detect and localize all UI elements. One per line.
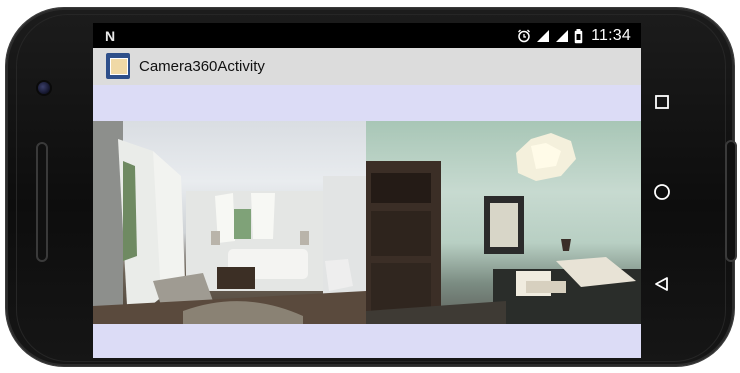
status-icons: 11:34	[517, 27, 631, 45]
navigation-bar	[641, 50, 681, 320]
battery-icon	[574, 28, 583, 44]
alarm-icon	[517, 29, 531, 43]
clock: 11:34	[591, 27, 631, 44]
signal-icon	[536, 29, 550, 43]
front-camera	[38, 82, 50, 94]
notification-icon: N	[105, 28, 116, 44]
panorama-view[interactable]	[93, 121, 641, 324]
signal-icon	[555, 29, 569, 43]
speaker-grille-right	[725, 140, 737, 262]
action-bar: Camera360Activity	[93, 48, 641, 85]
back-triangle-icon[interactable]	[651, 273, 673, 295]
app-title: Camera360Activity	[139, 58, 265, 75]
speaker-grille-left	[36, 142, 48, 262]
panorama-study-room	[366, 121, 641, 324]
device-screen: N 11:34 Camera360Activity	[93, 23, 641, 358]
recents-square-icon[interactable]	[651, 91, 673, 113]
content-area	[93, 85, 641, 358]
home-circle-icon[interactable]	[651, 181, 673, 203]
status-bar: N 11:34	[93, 23, 641, 48]
panorama-living-room	[93, 121, 366, 324]
app-icon	[106, 53, 130, 79]
